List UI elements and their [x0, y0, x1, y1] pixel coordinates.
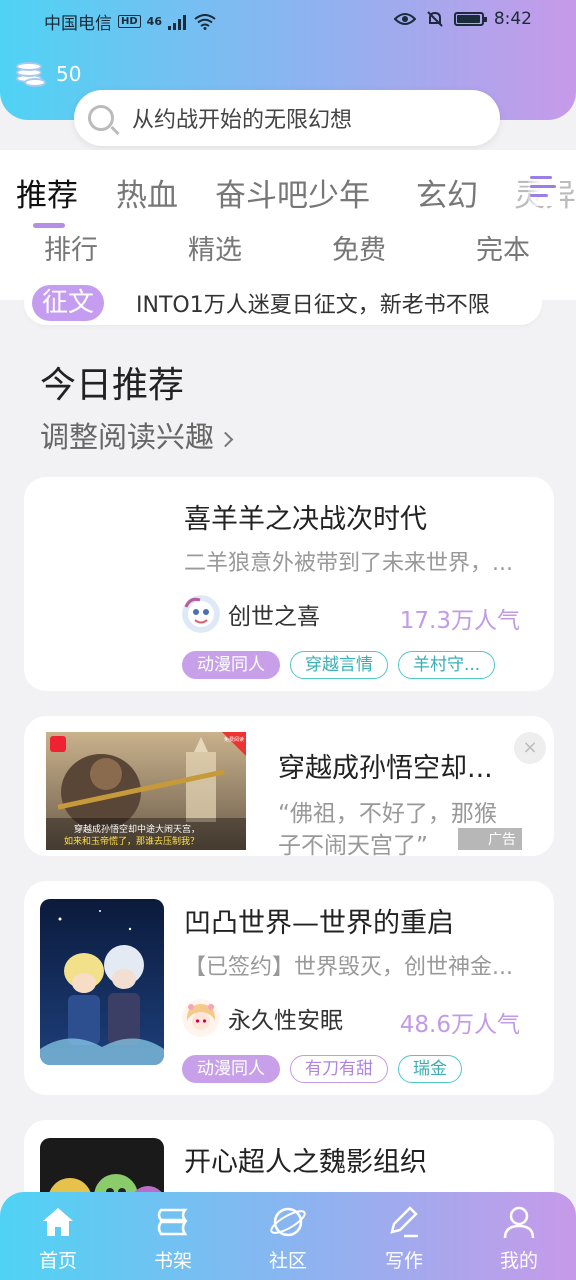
subtab-completed[interactable]: 完本 — [476, 228, 530, 267]
popularity: 48.6万人气 — [399, 1012, 520, 1038]
bottom-navigation: 首页 书架 社区 写作 我的 — [0, 1192, 576, 1280]
tab-hotblood[interactable]: 热血 — [116, 170, 178, 215]
ad-title: 穿越成孙悟空却... — [278, 753, 493, 784]
close-icon[interactable]: × — [514, 732, 546, 764]
search-bar[interactable]: 从约战开始的无限幻想 — [74, 90, 500, 146]
book-title: 喜羊羊之决战次时代 — [184, 504, 427, 535]
author: 永久性安眠 — [182, 999, 343, 1037]
wifi-icon — [194, 13, 216, 30]
book-description: 二羊狼意外被带到了未来世界，... — [184, 551, 513, 576]
search-icon — [88, 105, 114, 131]
tag[interactable]: 动漫同人 — [182, 1055, 280, 1083]
nav-label: 写作 — [384, 1250, 423, 1272]
tag[interactable]: 瑞金 — [398, 1055, 462, 1083]
section-title: 今日推荐 — [40, 365, 185, 406]
ad-caption-line2: 如来和玉帝慌了，那谁去压制我？ — [64, 835, 199, 847]
search-placeholder: 从约战开始的无限幻想 — [132, 108, 353, 133]
avatar — [182, 595, 220, 633]
subtab-ranking[interactable]: 排行 — [44, 228, 98, 267]
user-icon — [503, 1206, 535, 1239]
subtab-selected[interactable]: 精选 — [188, 228, 242, 267]
signal-icon — [167, 14, 186, 30]
nav-label: 我的 — [499, 1250, 538, 1272]
carrier-label: 中国电信 — [44, 14, 112, 34]
ad-caption-line1: 穿越成孙悟空却中途大闹天宫， — [74, 823, 200, 835]
nav-community[interactable]: 社区 — [248, 1192, 328, 1280]
coin-balance[interactable]: 50 — [16, 58, 81, 90]
tag[interactable]: 动漫同人 — [182, 651, 280, 679]
adjust-interests-link[interactable]: 调整阅读兴趣 — [40, 414, 234, 456]
bookshelf-icon — [157, 1208, 188, 1236]
category-menu-icon[interactable] — [528, 172, 560, 206]
chevron-right-icon — [217, 431, 234, 447]
book-card[interactable]: 喜羊羊之决战次时代 二羊狼意外被带到了未来世界，... 创世之喜 17.3万人气… — [24, 477, 554, 691]
avatar — [182, 999, 220, 1037]
clock: 8:42 — [493, 9, 532, 29]
author-name: 永久性安眠 — [228, 1008, 343, 1034]
subtab-free[interactable]: 免费 — [332, 228, 386, 267]
nav-label: 书架 — [153, 1250, 192, 1272]
book-cover — [40, 899, 164, 1065]
nav-profile[interactable]: 我的 — [479, 1192, 559, 1280]
ad-label: 广告 — [458, 828, 522, 850]
eye-icon — [393, 13, 416, 25]
battery-icon — [453, 12, 487, 26]
network-label: 46 — [146, 15, 162, 28]
adjust-interests-label: 调整阅读兴趣 — [40, 420, 215, 454]
book-description: 【已签约】世界毁灭，创世神金... — [184, 955, 513, 980]
home-icon — [43, 1208, 73, 1236]
status-bar: 中国电信 HD 46 8:42 — [0, 0, 576, 40]
coin-count: 50 — [56, 62, 82, 86]
tag[interactable]: 穿越言情 — [290, 651, 388, 679]
book-card[interactable]: 凹凸世界—世界的重启 【已签约】世界毁灭，创世神金... 永久性安眠 48.6万… — [24, 881, 554, 1095]
notice-text: INTO1万人迷夏日征文，新老书不限 — [136, 293, 490, 318]
notice-badge: 征文 — [32, 285, 105, 321]
nav-label: 首页 — [38, 1250, 77, 1272]
ad-corner-badge: 免费阅读 — [224, 736, 244, 743]
tab-fantasy[interactable]: 玄幻 — [416, 170, 478, 215]
ad-image: 穿越成孙悟空却中途大闹天宫， 如来和玉帝慌了，那谁去压制我？ 免费阅读 — [46, 732, 246, 850]
tag-list: 动漫同人 有刀有甜 瑞金 — [182, 1055, 462, 1083]
popularity: 17.3万人气 — [399, 608, 520, 634]
pen-icon — [390, 1206, 418, 1238]
hd-badge: HD — [118, 15, 141, 28]
contest-notice[interactable]: 征文 INTO1万人迷夏日征文，新老书不限 — [24, 281, 542, 325]
mute-bell-icon — [427, 11, 443, 27]
tag[interactable]: 有刀有甜 — [290, 1055, 388, 1083]
ad-card[interactable]: 穿越成孙悟空却中途大闹天宫， 如来和玉帝慌了，那谁去压制我？ 免费阅读 穿越成孙… — [24, 716, 554, 856]
tag-list: 动漫同人 穿越言情 羊村守... — [182, 651, 496, 679]
nav-label: 社区 — [268, 1250, 307, 1272]
author: 创世之喜 — [182, 595, 320, 633]
book-title: 凹凸世界—世界的重启 — [184, 908, 454, 939]
tag[interactable]: 羊村守... — [398, 651, 496, 679]
author-name: 创世之喜 — [228, 604, 320, 630]
planet-icon — [270, 1207, 306, 1237]
tab-striving[interactable]: 奋斗吧少年 — [215, 170, 370, 215]
nav-home[interactable]: 首页 — [18, 1192, 98, 1280]
category-tabs: 推荐 热血 奋斗吧少年 玄幻 灵异 — [0, 170, 576, 220]
ad-illustration: 穿越成孙悟空却中途大闹天宫， 如来和玉帝慌了，那谁去压制我？ 免费阅读 — [46, 732, 246, 850]
nav-write[interactable]: 写作 — [364, 1192, 444, 1280]
nav-bookshelf[interactable]: 书架 — [133, 1192, 213, 1280]
tab-recommend[interactable]: 推荐 — [16, 170, 78, 215]
coins-icon — [16, 58, 48, 90]
book-title: 开心超人之魏影组织 — [184, 1147, 427, 1178]
